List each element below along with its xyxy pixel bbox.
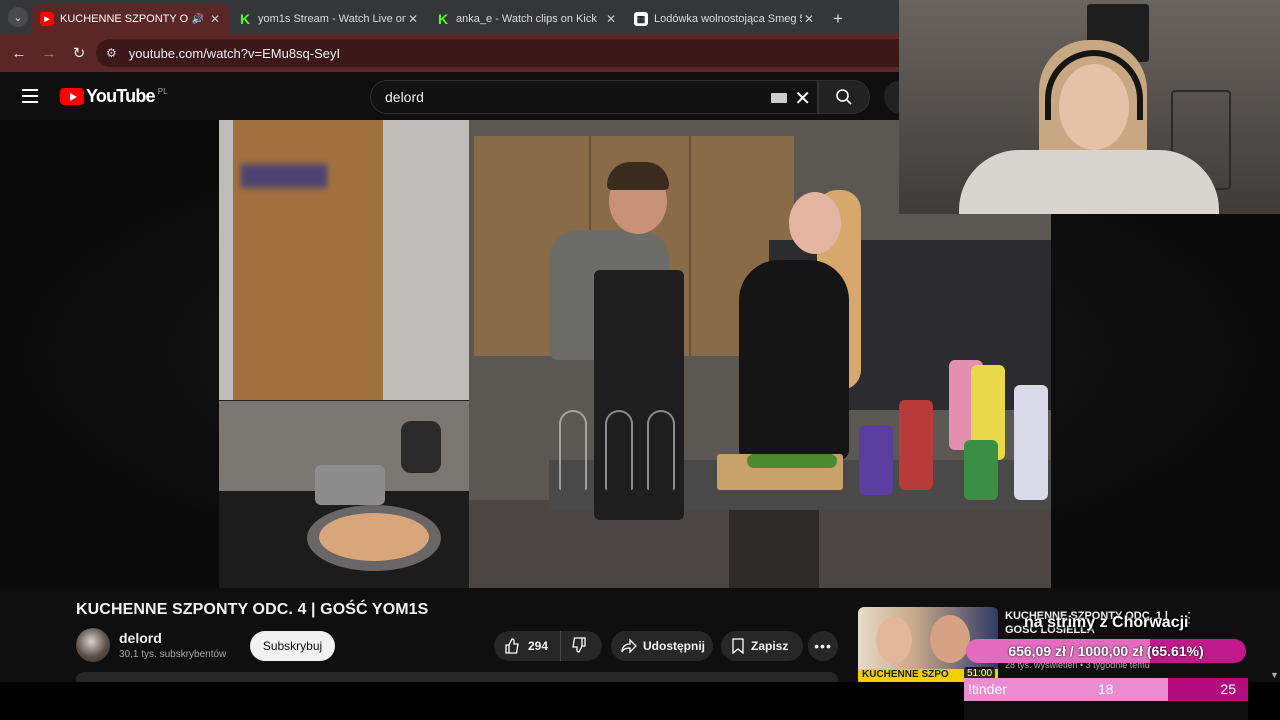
tab-title: anka_e - Watch clips on Kick (456, 13, 597, 25)
share-icon (621, 638, 637, 654)
address-bar[interactable]: ⚙ youtube.com/watch?v=EMu8sq-SeyI (96, 39, 926, 67)
share-label: Udostępnij (643, 639, 705, 653)
close-icon[interactable]: ✕ (406, 12, 420, 26)
thumb-face (876, 617, 912, 663)
tab-smeg[interactable]: ▦ Lodówka wolnostojąca Smeg 5 ✕ (626, 4, 824, 34)
tab-list: ▶ KUCHENNE SZPONTY ODC 🔊 ✕ K yom1s Strea… (32, 2, 852, 34)
logo-text: YouTube (86, 86, 156, 106)
bottom-black-bar (0, 682, 964, 720)
scene-snack-bag (859, 425, 893, 495)
scene-woman-head (789, 192, 841, 254)
save-label: Zapisz (751, 639, 789, 653)
thumbs-down-icon (572, 636, 586, 653)
scene-can (1014, 385, 1048, 500)
scene-kettle (401, 421, 441, 473)
scene-cabinet-line (689, 136, 691, 356)
keyboard-icon[interactable] (771, 93, 787, 103)
donation-goal-title: na strimy z Chorwacji (1024, 614, 1189, 631)
like-button[interactable]: 294 (494, 631, 562, 661)
scene-woman-body (739, 260, 849, 460)
like-dislike-group: 294 (494, 631, 602, 661)
search-value: delord (385, 89, 424, 105)
bottom-black-bar (1248, 682, 1280, 720)
tab-kick-clips[interactable]: K anka_e - Watch clips on Kick ✕ (428, 4, 626, 34)
reload-icon[interactable]: ↻ (64, 38, 94, 68)
scene-food (319, 513, 429, 561)
screen: ⌄ ▶ KUCHENNE SZPONTY ODC 🔊 ✕ K yom1s Str… (0, 0, 1280, 720)
scene-wine-glass (647, 410, 675, 490)
bookmark-icon (732, 638, 744, 654)
scene-legs (729, 510, 819, 588)
description-box[interactable] (76, 672, 838, 682)
site-settings-icon[interactable]: ⚙ (106, 46, 117, 60)
video-inset-cooking (219, 400, 469, 588)
tab-title: Lodówka wolnostojąca Smeg 5 (654, 13, 802, 25)
scene-wine-glass (559, 410, 587, 490)
thumb-face (930, 615, 970, 663)
kick-icon: K (239, 11, 251, 27)
scene-wine-glass (605, 410, 633, 490)
scene-door (233, 120, 383, 400)
youtube-icon: ▶ (40, 12, 54, 26)
more-actions-icon[interactable]: ••• (808, 631, 838, 661)
channel-avatar[interactable] (76, 628, 110, 662)
cam-shirt (959, 150, 1219, 214)
share-button[interactable]: Udostępnij (611, 631, 713, 661)
video-title: KUCHENNE SZPONTY ODC. 4 | GOŚĆ YOM1S (76, 601, 429, 618)
scene-herbs (747, 454, 837, 468)
scene-blurred-sign (241, 164, 327, 188)
subscribe-button[interactable]: Subskrybuj (250, 631, 335, 661)
donation-goal-text: 656,09 zł / 1000,00 zł (65.61%) (1008, 643, 1204, 659)
forward-arrow-icon[interactable]: → (34, 38, 64, 68)
subscriber-count: 30,1 tys. subskrybentów (119, 649, 227, 660)
like-count: 294 (528, 639, 549, 653)
search-icon (836, 89, 852, 105)
url-text: youtube.com/watch?v=EMu8sq-SeyI (128, 45, 341, 61)
close-icon[interactable]: ✕ (604, 12, 618, 26)
tab-kick-stream[interactable]: K yom1s Stream - Watch Live on ✕ (230, 4, 428, 34)
webcam-overlay (899, 0, 1280, 214)
donation-goal-bar: 656,09 zł / 1000,00 zł (65.61%) (966, 639, 1246, 663)
channel-name[interactable]: delord (119, 630, 162, 646)
scene-can (899, 400, 933, 490)
smeg-icon: ▦ (634, 12, 648, 26)
new-tab-button[interactable]: + (824, 4, 852, 34)
vote-count-b: 25 (1220, 681, 1236, 697)
speaker-icon[interactable]: 🔊 (192, 14, 204, 25)
tab-search-chevron-icon[interactable]: ⌄ (8, 7, 28, 27)
scene-can (964, 440, 998, 500)
kick-icon: K (437, 11, 449, 27)
dislike-button[interactable] (561, 636, 587, 656)
tab-title: KUCHENNE SZPONTY ODC (60, 13, 188, 25)
scene-pot (315, 465, 385, 505)
vote-widget: !tinder 18 25 (964, 678, 1248, 701)
close-icon[interactable]: ✕ (208, 12, 222, 26)
close-icon[interactable]: ✕ (802, 12, 816, 26)
region-code: PL (157, 87, 168, 96)
back-arrow-icon[interactable]: ← (4, 38, 34, 68)
search-input[interactable]: delord ✕ (370, 80, 818, 114)
tab-title: yom1s Stream - Watch Live on (258, 13, 406, 25)
thumbs-up-icon (505, 638, 519, 654)
tab-youtube[interactable]: ▶ KUCHENNE SZPONTY ODC 🔊 ✕ (32, 4, 230, 34)
save-button[interactable]: Zapisz (721, 631, 803, 661)
youtube-logo[interactable]: YouTube PL (60, 86, 168, 107)
clear-icon[interactable]: ✕ (794, 86, 811, 111)
menu-icon[interactable] (18, 84, 42, 108)
scene-man-hair (607, 162, 669, 190)
vote-command: !tinder (968, 681, 1007, 697)
search-button[interactable] (818, 80, 870, 114)
vote-count-a: 18 (1098, 681, 1114, 697)
youtube-play-icon (60, 88, 84, 105)
scroll-down-icon[interactable]: ▼ (1270, 670, 1279, 680)
